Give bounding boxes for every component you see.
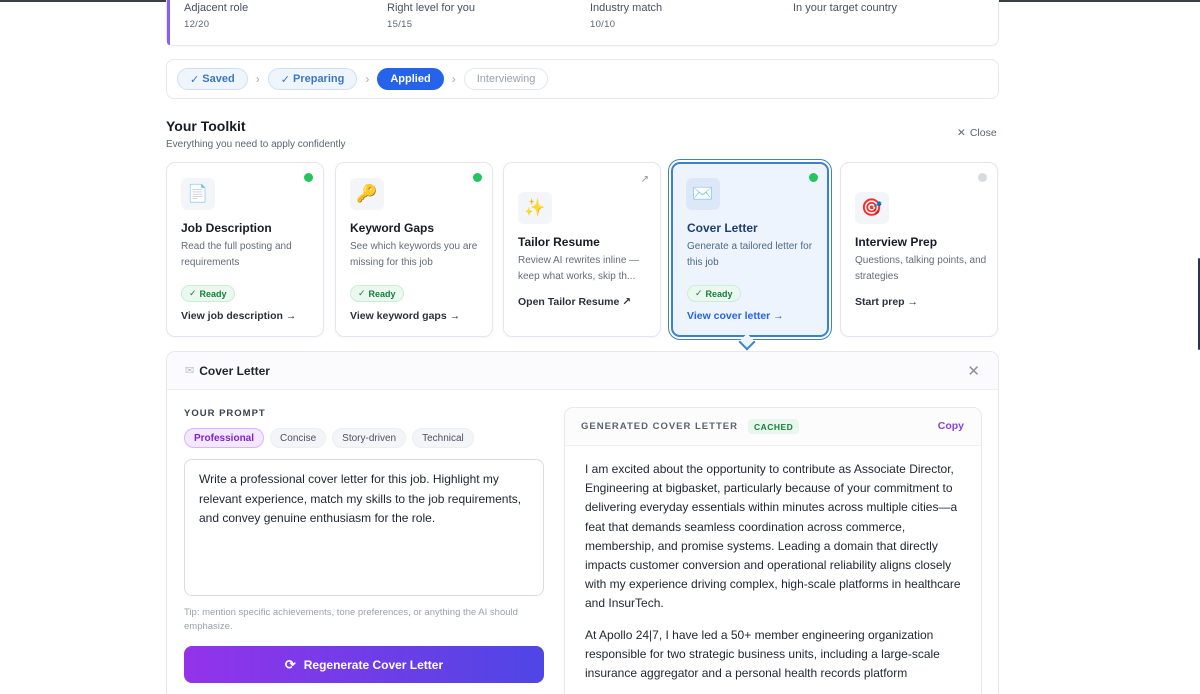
metrics-accent-bar [167, 0, 170, 45]
generated-cover-letter-card: GENERATED COVER LETTER CACHED Copy I am … [564, 407, 982, 694]
tone-chip-professional[interactable]: Professional [184, 428, 265, 448]
chevron-right-icon: › [451, 72, 456, 86]
check-icon: ✓ [695, 288, 703, 298]
status-dot-icon [978, 173, 987, 182]
chevron-right-icon: › [365, 72, 370, 86]
prompt-label: YOUR PROMPT [184, 408, 266, 419]
tool-card-job-description[interactable]: 📄 Job Description Read the full posting … [166, 162, 324, 337]
check-icon: ✓ [189, 288, 197, 298]
start-prep-link[interactable]: Start prep → [855, 296, 918, 308]
view-cover-letter-link[interactable]: View cover letter → [687, 310, 784, 322]
ready-badge: ✓ Ready [181, 285, 235, 302]
external-link-icon: ↗ [622, 296, 632, 308]
cached-badge: CACHED [747, 419, 800, 434]
stage-applied[interactable]: Applied [377, 68, 444, 90]
card-description-text: Review AI rewrites inline — keep what wo… [518, 255, 640, 282]
badge-label: Ready [199, 288, 227, 299]
stage-label: Applied [390, 73, 431, 85]
stage-preparing[interactable]: ✓ Preparing [267, 68, 358, 90]
view-job-description-link[interactable]: View job description → [181, 310, 296, 322]
card-description: See which keywords you are missing for t… [350, 241, 478, 268]
stage-saved[interactable]: ✓ Saved [177, 68, 248, 90]
tone-selector: Professional Concise Story-driven Techni… [184, 428, 474, 448]
panel-title: Cover Letter [199, 363, 270, 378]
stage-interviewing[interactable]: Interviewing [463, 68, 549, 90]
card-description: Questions, talking points, and strategie… [855, 255, 987, 282]
metric-label: In your target country [793, 2, 897, 14]
prompt-textarea[interactable]: Write a professional cover letter for th… [184, 459, 544, 596]
check-icon: ✓ [358, 288, 366, 298]
card-title: Tailor Resume [518, 235, 600, 249]
toolkit-title: Your Toolkit [166, 118, 246, 134]
panel-header: ✉ Cover Letter [167, 352, 998, 390]
button-label: Regenerate Cover Letter [303, 657, 444, 672]
cover-letter-text: I am excited about the opportunity to co… [565, 446, 981, 683]
tone-chip-technical[interactable]: Technical [412, 428, 474, 448]
metric-country: In your target country [793, 2, 897, 19]
prompt-tip: Tip: mention specific achievements, tone… [184, 607, 518, 632]
application-status-pipeline: ✓ Saved › ✓ Preparing › Applied › Interv… [166, 59, 999, 99]
envelope-icon: ✉️ [686, 178, 720, 210]
metric-value: 12/20 [184, 19, 210, 30]
card-title: Job Description [181, 221, 272, 235]
cover-letter-panel: ✉ Cover Letter ✕ YOUR PROMPT Professiona… [166, 351, 999, 694]
toolkit-subtitle: Everything you need to apply confidently [166, 139, 346, 150]
close-label: Close [969, 127, 997, 139]
tool-card-keyword-gaps[interactable]: 🔑 Keyword Gaps See which keywords you ar… [335, 162, 493, 337]
metric-label: Adjacent role [184, 2, 249, 14]
metric-label: Industry match [590, 2, 663, 14]
tone-chip-concise[interactable]: Concise [270, 428, 327, 448]
generated-header: GENERATED COVER LETTER CACHED [565, 408, 981, 446]
metric-industry: Industry match 10/10 [590, 2, 662, 30]
match-metrics-card: Adjacent role 12/20 Right level for you … [166, 0, 999, 46]
card-title: Cover Letter [687, 221, 758, 235]
tool-card-interview-prep[interactable]: 🎯 Interview Prep Questions, talking poin… [840, 162, 998, 337]
metric-value: 10/10 [590, 19, 616, 30]
card-title: Interview Prep [855, 235, 938, 249]
document-icon: 📄 [181, 178, 215, 210]
metric-value: 15/15 [387, 19, 413, 30]
view-keyword-gaps-link[interactable]: View keyword gaps → [350, 310, 460, 322]
target-icon: 🎯 [855, 192, 889, 224]
toolkit-close-button[interactable]: ✕ Close [957, 127, 997, 139]
badge-label: Ready [368, 288, 396, 299]
metric-adjacent-role: Adjacent role 12/20 [184, 2, 248, 30]
refresh-icon: ⟳ [284, 656, 296, 672]
card-description: Generate a tailored letter for this job [687, 241, 813, 268]
card-description: Read the full posting and requirements [181, 241, 292, 268]
tone-chip-story-driven[interactable]: Story-driven [332, 428, 407, 448]
tool-card-cover-letter[interactable]: ✉️ Cover Letter Generate a tailored lett… [671, 162, 829, 337]
ready-badge: ✓ Ready [350, 285, 404, 302]
cover-letter-paragraph: At Apollo 24|7, I have led a 50+ member … [585, 627, 940, 681]
stage-label: Interviewing [476, 73, 536, 85]
regenerate-cover-letter-button[interactable]: ⟳ Regenerate Cover Letter [184, 646, 544, 683]
card-description: Review AI rewrites inline — keep what wo… [518, 253, 650, 285]
open-tailor-resume-link[interactable]: Open Tailor Resume ↗ [518, 296, 631, 308]
sparkles-icon: ✨ [518, 192, 552, 224]
ready-badge: ✓ Ready [687, 285, 741, 302]
cover-letter-paragraph: I am excited about the opportunity to co… [585, 462, 961, 611]
link-label: Open Tailor Resume [518, 296, 620, 308]
generated-title: GENERATED COVER LETTER [581, 421, 738, 432]
stage-label: Preparing [292, 73, 345, 85]
copy-button[interactable]: Copy [938, 420, 964, 432]
envelope-icon: ✉ [185, 365, 195, 377]
external-link-icon: ↗ [640, 174, 649, 185]
card-title: Keyword Gaps [350, 221, 435, 235]
status-dot-icon [473, 173, 482, 182]
tool-card-tailor-resume[interactable]: ↗ ✨ Tailor Resume Review AI rewrites inl… [503, 162, 661, 337]
stage-label: Saved [202, 73, 235, 85]
metric-level: Right level for you 15/15 [387, 2, 475, 30]
badge-label: Ready [705, 288, 733, 299]
status-dot-icon [809, 173, 818, 182]
key-icon: 🔑 [350, 178, 384, 210]
close-icon[interactable]: ✕ [967, 362, 980, 380]
close-icon: ✕ [957, 127, 966, 139]
metric-label: Right level for you [387, 2, 476, 14]
status-dot-icon [304, 173, 313, 182]
chevron-right-icon: › [255, 72, 260, 86]
